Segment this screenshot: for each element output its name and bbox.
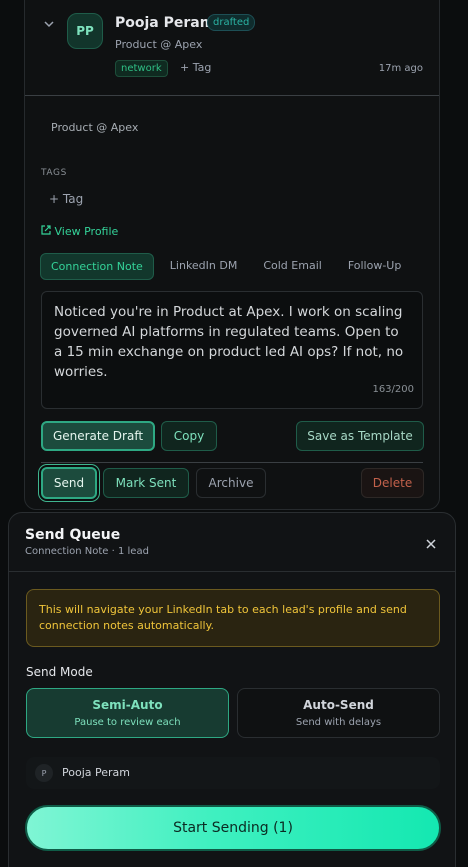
copy-button[interactable]: Copy bbox=[161, 421, 217, 451]
external-link-icon bbox=[41, 225, 55, 238]
view-profile-link[interactable]: View Profile bbox=[41, 225, 118, 238]
generate-draft-button[interactable]: Generate Draft bbox=[41, 421, 155, 451]
add-tag-label: Tag bbox=[62, 192, 84, 206]
mode-title: Auto-Send bbox=[303, 698, 374, 712]
send-queue-modal: Send Queue Connection Note · 1 lead This… bbox=[8, 512, 456, 867]
queue-lead-name: Pooja Peram bbox=[62, 766, 130, 779]
view-profile-label: View Profile bbox=[54, 225, 119, 238]
mode-auto-send-option[interactable]: Auto-Send Send with delays bbox=[237, 688, 440, 738]
modal-subtitle: Connection Note · 1 lead bbox=[25, 546, 149, 557]
chevron-down-icon[interactable] bbox=[43, 15, 55, 28]
tag-chip[interactable]: network bbox=[115, 60, 168, 77]
start-sending-button[interactable]: Start Sending (1) bbox=[25, 805, 441, 851]
add-tag-button[interactable]: + Tag bbox=[49, 192, 83, 206]
plus-icon: + bbox=[49, 192, 60, 206]
message-type-tabs: Connection Note LinkedIn DM Cold Email F… bbox=[40, 253, 411, 280]
tab-connection-note[interactable]: Connection Note bbox=[40, 253, 154, 280]
tab-follow-up[interactable]: Follow-Up bbox=[338, 253, 412, 280]
company-text: Product @ Apex bbox=[51, 121, 139, 134]
mark-sent-button[interactable]: Mark Sent bbox=[103, 468, 189, 498]
status-badge: drafted bbox=[207, 14, 256, 31]
add-tag-button[interactable]: + Tag bbox=[180, 61, 211, 74]
lead-card: PP Pooja Peram drafted Product @ Apex ne… bbox=[24, 0, 440, 510]
tab-cold-email[interactable]: Cold Email bbox=[253, 253, 331, 280]
mode-title: Semi-Auto bbox=[92, 698, 163, 712]
close-icon[interactable] bbox=[425, 535, 437, 549]
send-button[interactable]: Send bbox=[41, 467, 97, 499]
mode-semi-auto-option[interactable]: Semi-Auto Pause to review each bbox=[26, 688, 229, 738]
avatar: PP bbox=[67, 13, 103, 49]
message-textarea[interactable]: Noticed you're in Product at Apex. I wor… bbox=[41, 291, 423, 409]
lead-subtitle: Product @ Apex bbox=[115, 38, 203, 51]
divider bbox=[9, 571, 455, 572]
plus-icon: + bbox=[180, 61, 190, 74]
archive-button[interactable]: Archive bbox=[196, 468, 266, 498]
char-counter: 163/200 bbox=[372, 384, 414, 395]
avatar: P bbox=[35, 764, 53, 782]
tab-linkedin-dm[interactable]: LinkedIn DM bbox=[160, 253, 248, 280]
queue-lead-row: P Pooja Peram bbox=[26, 757, 440, 789]
send-mode-label: Send Mode bbox=[26, 665, 93, 679]
save-template-button[interactable]: Save as Template bbox=[296, 421, 424, 451]
warning-banner: This will navigate your LinkedIn tab to … bbox=[26, 589, 440, 647]
delete-button[interactable]: Delete bbox=[361, 468, 424, 498]
modal-title: Send Queue bbox=[25, 527, 121, 543]
timestamp: 17m ago bbox=[378, 63, 423, 74]
mode-description: Pause to review each bbox=[74, 717, 181, 728]
tags-heading: TAGS bbox=[41, 168, 67, 178]
divider bbox=[41, 462, 423, 463]
lead-name: Pooja Peram bbox=[115, 15, 215, 31]
message-text: Noticed you're in Product at Apex. I wor… bbox=[54, 304, 404, 380]
divider bbox=[25, 95, 439, 96]
add-tag-label: Tag bbox=[192, 61, 212, 74]
mode-description: Send with delays bbox=[295, 717, 382, 728]
